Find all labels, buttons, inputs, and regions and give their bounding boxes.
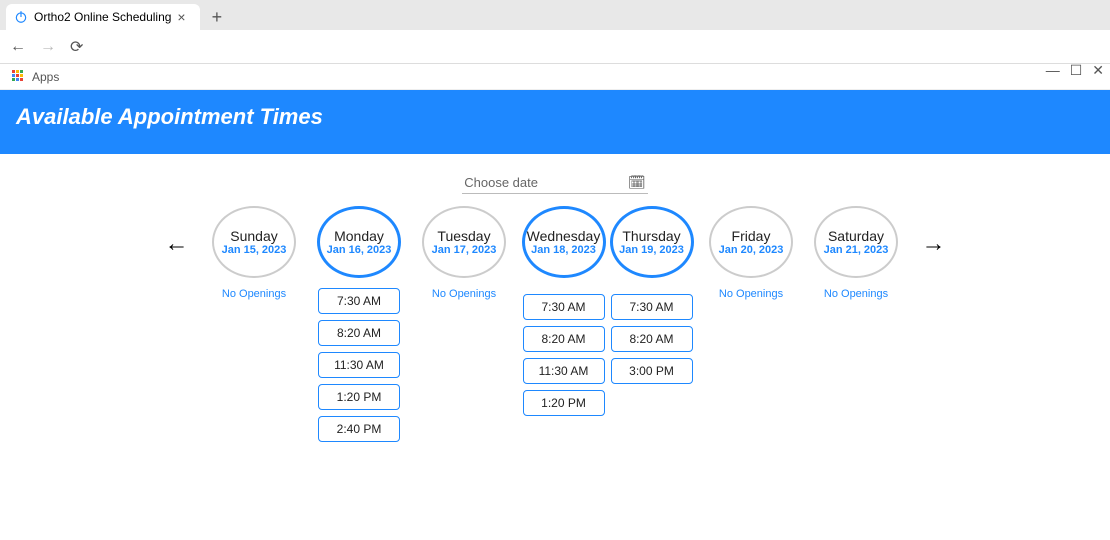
time-slot[interactable]: 1:20 PM <box>523 390 605 416</box>
close-window-icon[interactable]: ✕ <box>1092 62 1104 79</box>
power-icon <box>14 10 28 24</box>
day-circle-thursday[interactable]: ThursdayJan 19, 2023 <box>610 206 694 278</box>
date-picker[interactable]: Choose date 🗓 <box>462 172 648 194</box>
window-controls: — ☐ ✕ <box>1046 62 1104 79</box>
day-name: Monday <box>334 228 384 244</box>
reload-icon[interactable]: ⟳ <box>70 37 83 57</box>
browser-chrome: Ortho2 Online Scheduling × + ← → ⟳ Apps <box>0 0 1110 91</box>
time-slot[interactable]: 7:30 AM <box>318 288 400 314</box>
time-slot[interactable]: 8:20 AM <box>523 326 605 352</box>
apps-label[interactable]: Apps <box>32 70 59 84</box>
time-slot[interactable]: 11:30 AM <box>523 358 605 384</box>
forward-icon[interactable]: → <box>40 38 56 56</box>
time-slot[interactable]: 2:40 PM <box>318 416 400 442</box>
time-slot[interactable]: 7:30 AM <box>523 294 605 320</box>
day-pair: WednesdayJan 18, 2023ThursdayJan 19, 202… <box>522 206 694 416</box>
time-slot[interactable]: 8:20 AM <box>318 320 400 346</box>
no-openings-label: No Openings <box>824 288 888 300</box>
day-date: Jan 19, 2023 <box>619 244 684 256</box>
day-date: Jan 21, 2023 <box>824 244 889 256</box>
day-date: Jan 16, 2023 <box>327 244 392 256</box>
day-circle-tuesday[interactable]: TuesdayJan 17, 2023 <box>422 206 506 278</box>
page-content: Available Appointment Times Choose date … <box>0 90 1110 540</box>
slot-row: 11:30 AM3:00 PM <box>523 358 693 384</box>
day-column-saturday: SaturdayJan 21, 2023 No Openings <box>809 206 904 300</box>
day-circle-monday[interactable]: MondayJan 16, 2023 <box>317 206 401 278</box>
day-name: Wednesday <box>527 228 601 244</box>
day-date: Jan 15, 2023 <box>222 244 287 256</box>
time-slot[interactable]: 7:30 AM <box>611 294 693 320</box>
tab-title: Ortho2 Online Scheduling <box>34 10 171 24</box>
back-icon[interactable]: ← <box>10 38 26 56</box>
slot-row: 1:20 PM <box>523 390 693 416</box>
day-date: Jan 17, 2023 <box>432 244 497 256</box>
time-slot[interactable]: 3:00 PM <box>611 358 693 384</box>
time-slot[interactable]: 1:20 PM <box>318 384 400 410</box>
next-week-button[interactable]: → <box>914 206 954 258</box>
day-name: Tuesday <box>437 228 490 244</box>
no-openings-label: No Openings <box>222 288 286 300</box>
date-picker-row: Choose date 🗓 <box>0 154 1110 200</box>
day-circle-sunday[interactable]: SundayJan 15, 2023 <box>212 206 296 278</box>
day-column-monday: MondayJan 16, 2023 7:30 AM 8:20 AM 11:30 AM… <box>312 206 407 442</box>
tab-bar: Ortho2 Online Scheduling × + <box>0 0 1110 30</box>
browser-tab[interactable]: Ortho2 Online Scheduling × <box>6 4 200 30</box>
slots-list: 7:30 AM 8:20 AM 11:30 AM 1:20 PM 2:40 PM <box>318 288 400 442</box>
apps-icon[interactable] <box>12 70 26 84</box>
day-circle-wednesday[interactable]: WednesdayJan 18, 2023 <box>522 206 606 278</box>
minimize-icon[interactable]: — <box>1046 62 1060 79</box>
day-date: Jan 20, 2023 <box>719 244 784 256</box>
slot-row: 8:20 AM8:20 AM <box>523 326 693 352</box>
day-name: Sunday <box>230 228 277 244</box>
new-tab-button[interactable]: + <box>200 7 235 28</box>
bookmarks-bar: Apps <box>0 64 1110 90</box>
day-name: Saturday <box>828 228 884 244</box>
week-row: ← SundayJan 15, 2023No OpeningsMondayJan… <box>0 200 1110 448</box>
no-openings-label: No Openings <box>432 288 496 300</box>
maximize-icon[interactable]: ☐ <box>1070 62 1083 79</box>
day-date: Jan 18, 2023 <box>531 244 596 256</box>
day-column-sunday: SundayJan 15, 2023 No Openings <box>207 206 302 300</box>
time-slot[interactable]: 11:30 AM <box>318 352 400 378</box>
slot-row: 7:30 AM7:30 AM <box>523 294 693 320</box>
close-icon[interactable]: × <box>177 9 185 25</box>
no-openings-label: No Openings <box>719 288 783 300</box>
day-column-tuesday: TuesdayJan 17, 2023 No Openings <box>417 206 512 300</box>
address-bar: ← → ⟳ <box>0 30 1110 64</box>
day-column-friday: FridayJan 20, 2023 No Openings <box>704 206 799 300</box>
page-title: Available Appointment Times <box>0 90 1110 154</box>
day-circle-saturday[interactable]: SaturdayJan 21, 2023 <box>814 206 898 278</box>
day-name: Friday <box>732 228 771 244</box>
day-circle-friday[interactable]: FridayJan 20, 2023 <box>709 206 793 278</box>
calendar-icon[interactable]: 🗓 <box>628 174 646 191</box>
prev-week-button[interactable]: ← <box>157 206 197 258</box>
time-slot[interactable]: 8:20 AM <box>611 326 693 352</box>
day-name: Thursday <box>622 228 680 244</box>
date-picker-label: Choose date <box>464 175 538 190</box>
